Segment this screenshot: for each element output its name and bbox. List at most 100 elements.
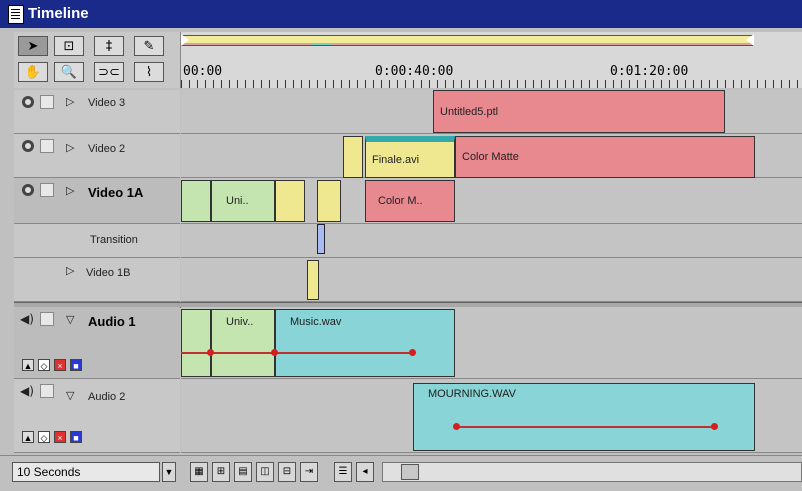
expand-triangle-icon[interactable]: ▷ (66, 95, 74, 108)
clip-label: MOURNING.WAV (428, 388, 516, 400)
track-header-audio1[interactable]: ◀) ▽ Audio 1 ▲ ◇ × ■ (14, 307, 180, 379)
transition-marker[interactable] (317, 224, 325, 254)
clip-label: Univ.. (226, 316, 254, 328)
clip-audio-green-a[interactable] (181, 309, 211, 377)
track-lane-transition[interactable] (181, 224, 802, 258)
selection-tool-icon[interactable]: ➤ (18, 36, 48, 56)
clip-label: Music.wav (290, 316, 342, 328)
volume-keyframe[interactable] (711, 423, 718, 430)
clip-mourning[interactable]: MOURNING.WAV (413, 383, 755, 451)
track-label: Audio 2 (88, 391, 126, 403)
tool-palette: ➤ ⊡ ‡ ✎ ✋ 🔍 ⊃⊂ ⌇ (14, 32, 181, 88)
clip-color-matte[interactable]: Color Matte (455, 136, 755, 178)
clip-label: Color Matte (462, 151, 519, 163)
range-select-tool-icon[interactable]: ⊡ (54, 36, 84, 56)
lock-toggle[interactable] (40, 312, 54, 326)
track-header-audio2[interactable]: ◀) ▽ Audio 2 ▲ ◇ × ■ (14, 379, 180, 453)
pan-rubberband-icon[interactable]: ■ (70, 359, 82, 371)
scroll-thumb[interactable] (401, 464, 419, 480)
clip-untitled5[interactable]: Untitled5.ptl (433, 90, 725, 133)
timecode-label-40: 0:00:40:00 (375, 64, 454, 79)
work-area-start-marker[interactable] (181, 34, 189, 46)
track-select-tool-icon[interactable]: ‡ (94, 36, 124, 56)
speaker-icon[interactable]: ◀) (20, 313, 36, 326)
zoom-dropdown-arrow-icon[interactable]: ▼ (162, 462, 176, 482)
zoom-tool-icon[interactable]: 🔍 (54, 62, 84, 82)
expand-triangle-icon[interactable]: ▷ (66, 264, 74, 277)
pan-rubberband-icon[interactable]: ■ (70, 431, 82, 443)
waveform-icon[interactable]: ▲ (22, 431, 34, 443)
clip-finale[interactable]: Finale.avi (365, 136, 455, 178)
clip-univ[interactable]: Univ.. (211, 309, 275, 377)
clip-yellow-b[interactable] (275, 180, 305, 222)
clip-color-m[interactable]: Color M.. (365, 180, 455, 222)
volume-keyframe[interactable] (271, 349, 278, 356)
edge-view-icon[interactable]: ⇥ (300, 462, 318, 482)
volume-rubberband-icon[interactable]: × (54, 359, 66, 371)
lock-toggle[interactable] (40, 183, 54, 197)
track-height-icon[interactable]: ⊞ (212, 462, 230, 482)
eye-icon[interactable] (22, 96, 34, 108)
timeline-footer: 10 Seconds ▼ ▦ ⊞ ▤ ◫ ⊟ ⇥ ☰ ◂ (0, 455, 802, 491)
snap-edges-icon[interactable]: ⊟ (278, 462, 296, 482)
lock-toggle[interactable] (40, 139, 54, 153)
track-header-video1b[interactable]: ▷ Video 1B (14, 258, 180, 302)
clip-music[interactable]: Music.wav (275, 309, 455, 377)
clip-label: Uni.. (226, 195, 249, 207)
volume-rubberband-icon[interactable]: × (54, 431, 66, 443)
clip-yellow-c[interactable] (317, 180, 341, 222)
track-label: Transition (90, 234, 138, 246)
track-header-transition: Transition (14, 224, 180, 258)
speaker-icon[interactable]: ◀) (20, 385, 36, 398)
track-label: Video 2 (88, 143, 126, 155)
title-bar[interactable]: Timeline (0, 0, 802, 28)
lock-toggle[interactable] (40, 95, 54, 109)
work-area-bar[interactable] (181, 35, 754, 46)
keyframe-icon[interactable]: ◇ (38, 359, 50, 371)
track-format-icon[interactable]: ▦ (190, 462, 208, 482)
volume-rubberband[interactable] (457, 426, 715, 428)
track-header-video3[interactable]: ▷ Video 3 (14, 90, 180, 134)
keyframe-icon[interactable]: ◇ (38, 431, 50, 443)
clip-green-a[interactable] (181, 180, 211, 222)
track-lane-video3[interactable]: Untitled5.ptl (181, 90, 802, 134)
eye-icon[interactable] (22, 140, 34, 152)
waveform-icon[interactable]: ▲ (22, 359, 34, 371)
volume-keyframe[interactable] (453, 423, 460, 430)
track-header-video1a[interactable]: ▷ Video 1A (14, 178, 180, 224)
clip-label: Color M.. (378, 195, 423, 207)
clip-uni[interactable]: Uni.. (211, 180, 275, 222)
scroll-left-icon[interactable]: ◂ (356, 462, 374, 482)
monitor-window-icon[interactable]: ▤ (234, 462, 252, 482)
edge-tool-icon[interactable]: ⌇ (134, 62, 164, 82)
time-zoom-select[interactable]: 10 Seconds (12, 462, 160, 482)
clip-yellow-1b[interactable] (307, 260, 319, 300)
track-lane-video1b[interactable] (181, 258, 802, 302)
collapse-triangle-icon[interactable]: ▽ (66, 313, 74, 326)
timecode-label-120: 0:01:20:00 (610, 64, 689, 79)
clip-yellow-small[interactable] (343, 136, 363, 178)
shift-tracks-icon[interactable]: ◫ (256, 462, 274, 482)
hand-tool-icon[interactable]: ✋ (18, 62, 48, 82)
clip-label: Finale.avi (372, 153, 420, 166)
track-lane-video1a[interactable]: Uni.. Color M.. (181, 178, 802, 224)
expand-triangle-icon[interactable]: ▷ (66, 141, 74, 154)
track-lane-video2[interactable]: Finale.avi Color Matte (181, 134, 802, 178)
link-tool-icon[interactable]: ⊃⊂ (94, 62, 124, 82)
volume-rubberband[interactable] (181, 352, 413, 354)
lock-toggle[interactable] (40, 384, 54, 398)
eye-icon[interactable] (22, 184, 34, 196)
track-header-video2[interactable]: ▷ Video 2 (14, 134, 180, 178)
track-label: Audio 1 (88, 314, 136, 329)
toggle-tracks-icon[interactable]: ☰ (334, 462, 352, 482)
track-lane-audio1[interactable]: Univ.. Music.wav (181, 307, 802, 379)
work-area-end-marker[interactable] (746, 34, 754, 46)
razor-tool-icon[interactable]: ✎ (134, 36, 164, 56)
expand-triangle-icon[interactable]: ▷ (66, 184, 74, 197)
track-lane-audio2[interactable]: MOURNING.WAV (181, 379, 802, 453)
track-label: Video 3 (88, 97, 126, 109)
collapse-triangle-icon[interactable]: ▽ (66, 389, 74, 402)
volume-keyframe[interactable] (409, 349, 416, 356)
volume-keyframe[interactable] (207, 349, 214, 356)
horizontal-scrollbar[interactable] (382, 462, 802, 482)
